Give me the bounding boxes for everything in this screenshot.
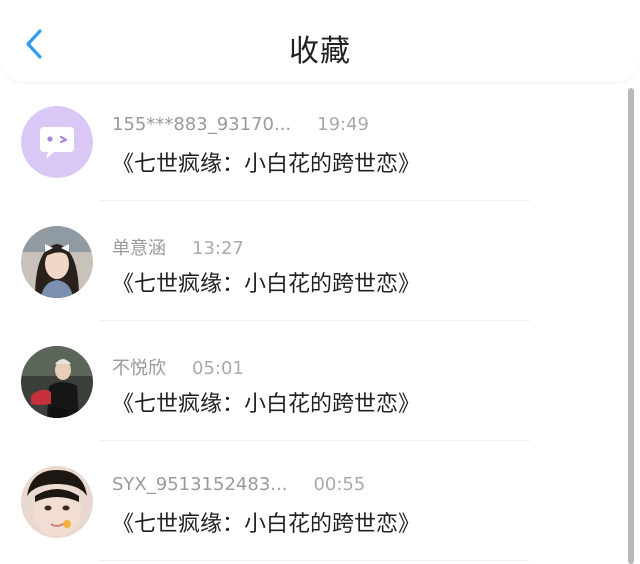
username[interactable]: 不悦欣 bbox=[112, 358, 166, 379]
timestamp: 19:49 bbox=[317, 114, 370, 135]
favorite-item[interactable]: SYX_9513152483... 00:55 《七世疯缘：小白花的跨世恋》 bbox=[0, 456, 640, 564]
timestamp: 00:55 bbox=[313, 474, 366, 495]
header-bar: 收藏 bbox=[0, 0, 640, 82]
favorite-title[interactable]: 《七世疯缘：小白花的跨世恋》 bbox=[112, 146, 420, 178]
favorites-screen: 收藏 155***883_93170... 19:49 《七世疯缘：小白花的跨世恋… bbox=[0, 0, 640, 564]
item-meta: 不悦欣 05:01 bbox=[112, 354, 244, 380]
divider bbox=[100, 560, 530, 561]
favorite-item[interactable]: 155***883_93170... 19:49 《七世疯缘：小白花的跨世恋》 bbox=[0, 96, 640, 216]
person-photo-avatar-icon bbox=[21, 346, 93, 418]
face-photo-avatar-icon bbox=[21, 466, 93, 538]
favorite-title[interactable]: 《七世疯缘：小白花的跨世恋》 bbox=[112, 386, 420, 418]
girl-photo-avatar-icon bbox=[21, 226, 93, 298]
favorites-list: 155***883_93170... 19:49 《七世疯缘：小白花的跨世恋》 单 bbox=[0, 96, 640, 564]
divider bbox=[100, 320, 530, 321]
item-meta: 155***883_93170... 19:49 bbox=[112, 114, 369, 135]
wink-chat-avatar-icon bbox=[21, 106, 93, 178]
favorite-title[interactable]: 《七世疯缘：小白花的跨世恋》 bbox=[112, 266, 420, 298]
timestamp: 05:01 bbox=[192, 358, 244, 379]
avatar[interactable] bbox=[21, 466, 93, 538]
avatar[interactable] bbox=[21, 346, 93, 418]
username[interactable]: SYX_9513152483... bbox=[112, 474, 287, 495]
item-meta: 单意涵 13:27 bbox=[112, 234, 244, 260]
timestamp: 13:27 bbox=[192, 238, 244, 259]
username[interactable]: 单意涵 bbox=[112, 238, 166, 259]
divider bbox=[100, 200, 530, 201]
avatar[interactable] bbox=[21, 106, 93, 178]
favorite-title[interactable]: 《七世疯缘：小白花的跨世恋》 bbox=[112, 506, 420, 538]
favorite-item[interactable]: 单意涵 13:27 《七世疯缘：小白花的跨世恋》 bbox=[0, 216, 640, 336]
page-title: 收藏 bbox=[289, 34, 351, 69]
avatar[interactable] bbox=[21, 226, 93, 298]
favorite-item[interactable]: 不悦欣 05:01 《七世疯缘：小白花的跨世恋》 bbox=[0, 336, 640, 456]
divider bbox=[100, 440, 530, 441]
scrollbar[interactable] bbox=[628, 88, 634, 564]
username[interactable]: 155***883_93170... bbox=[112, 114, 291, 135]
item-meta: SYX_9513152483... 00:55 bbox=[112, 474, 365, 495]
